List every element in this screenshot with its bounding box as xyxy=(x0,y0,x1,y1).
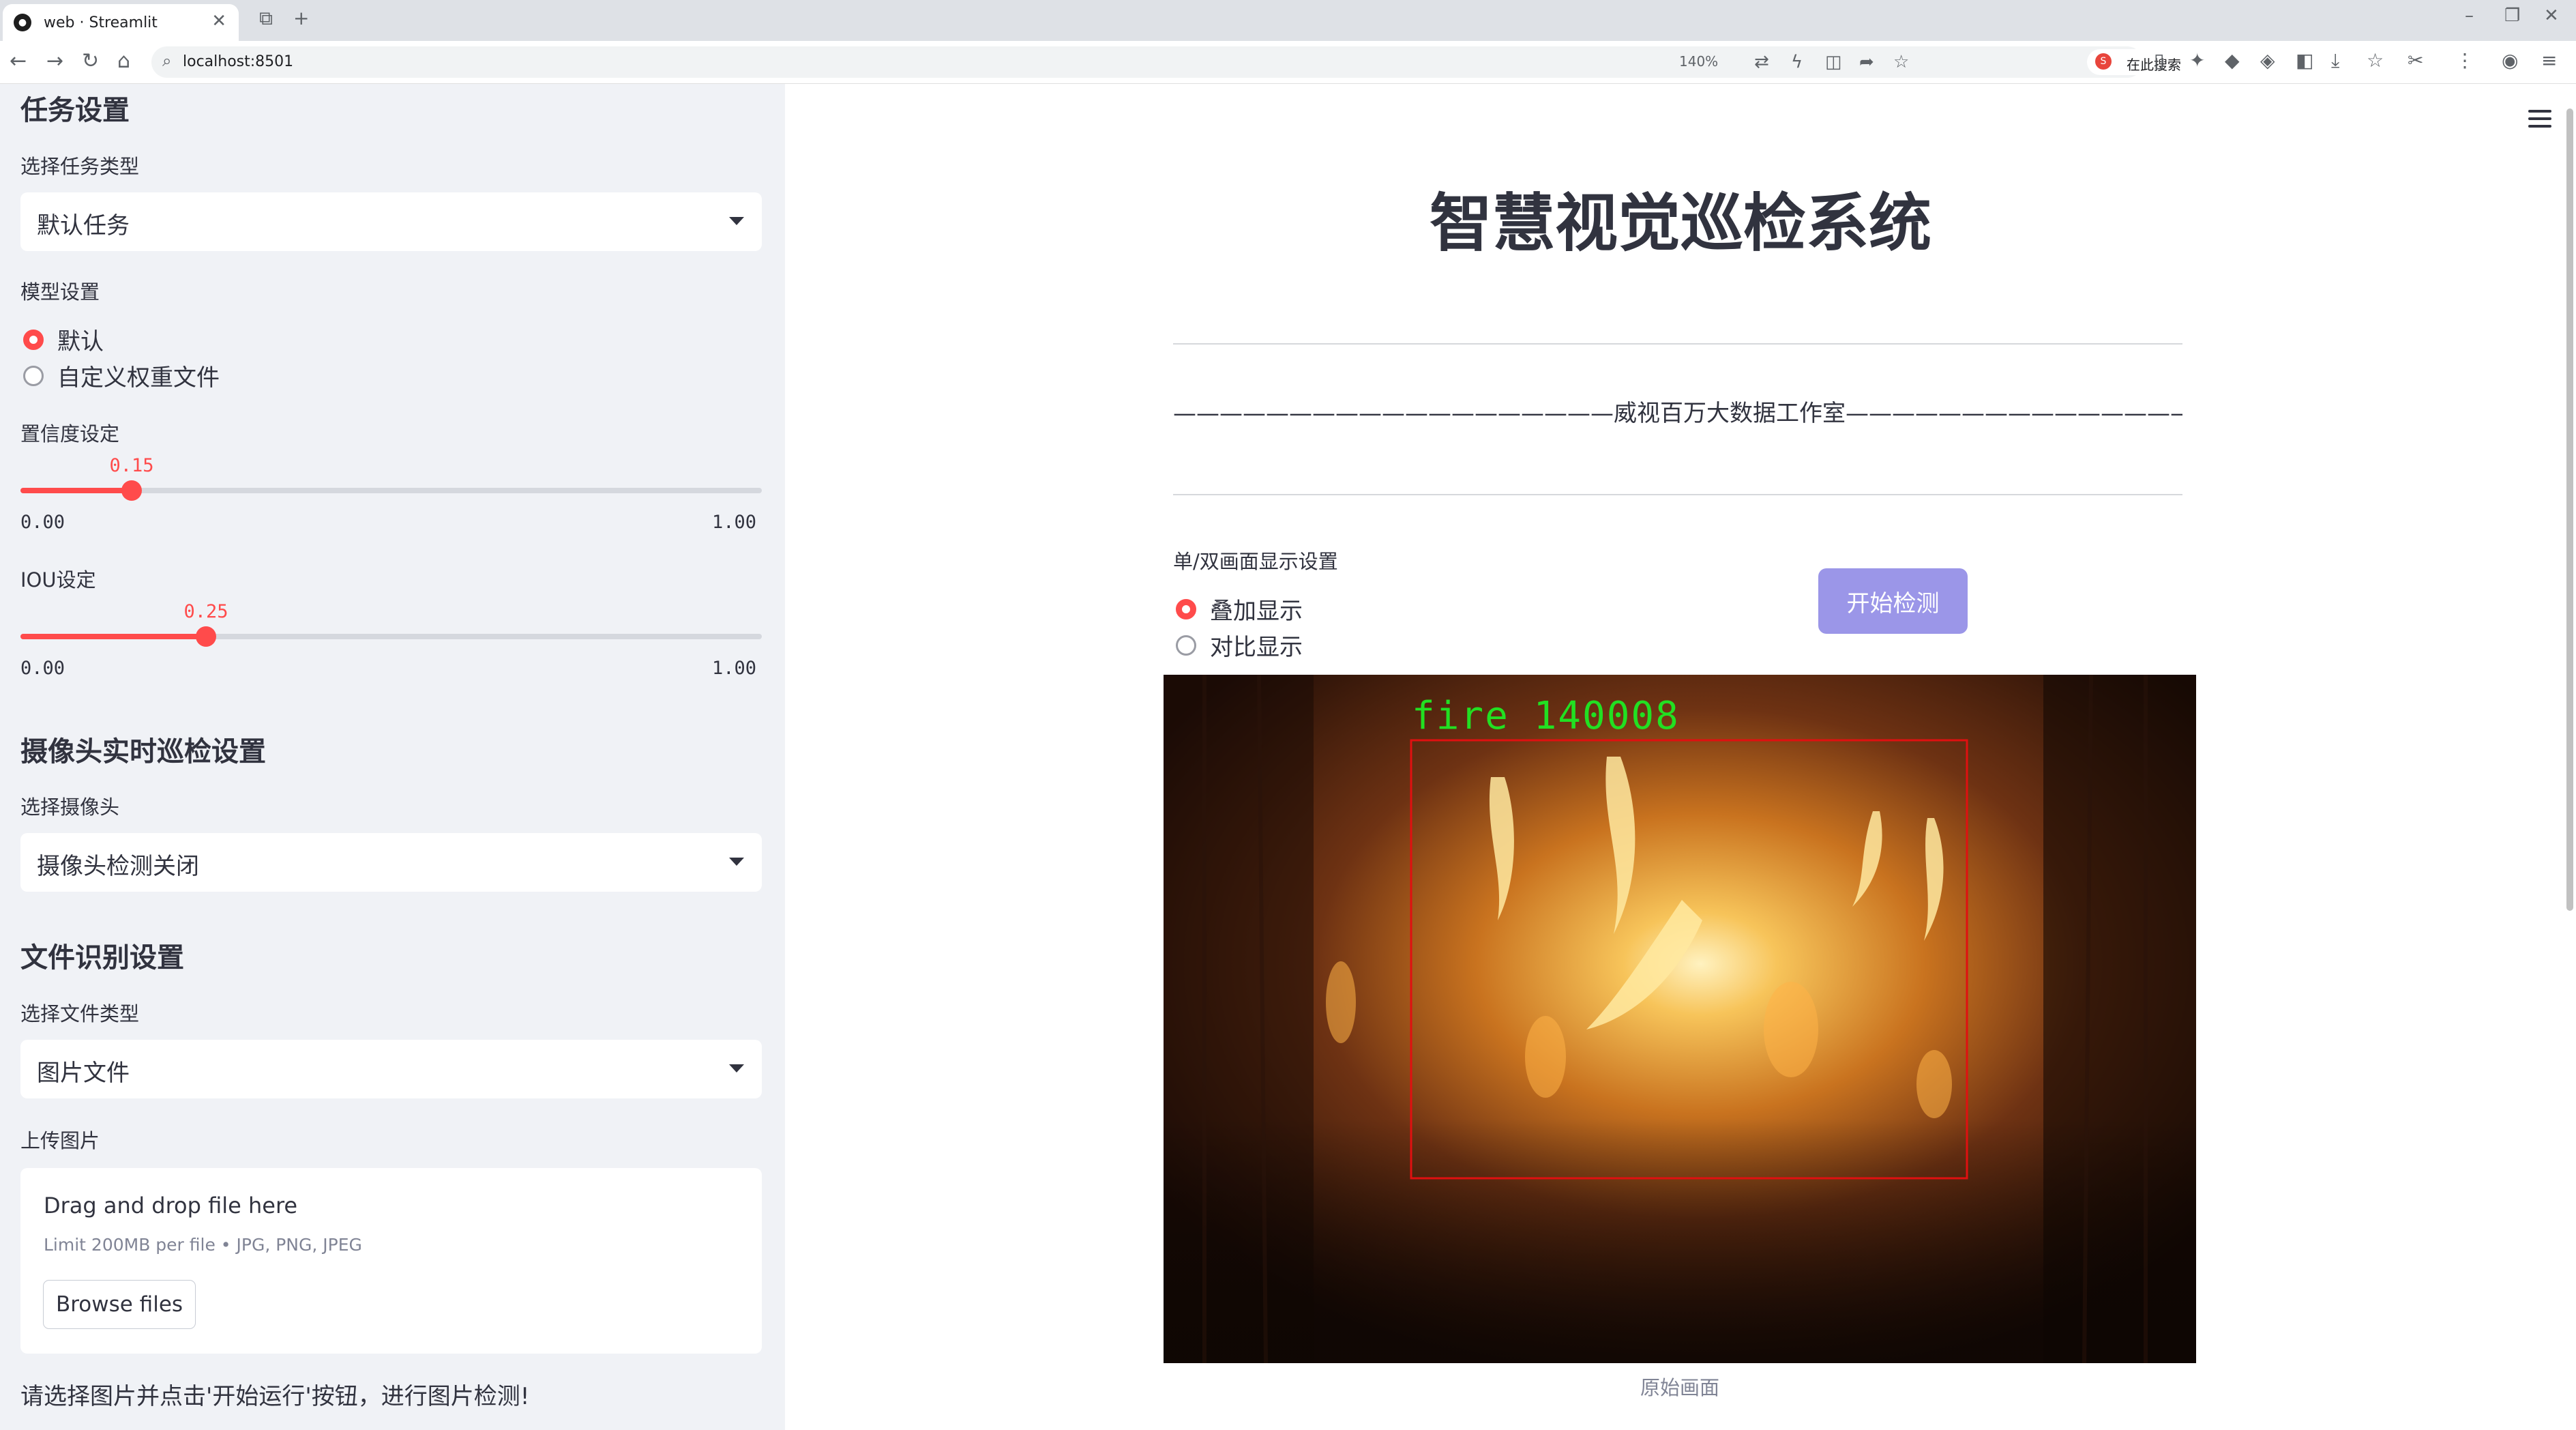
minimize-icon[interactable]: – xyxy=(2465,5,2474,26)
display-mode-label: 单/双画面显示设置 xyxy=(1173,550,1338,573)
fire-scene-image xyxy=(1164,675,2196,1363)
tab-title: web · Streamlit xyxy=(44,14,158,31)
extension-icon[interactable]: ✦ xyxy=(2189,49,2205,72)
url-text: localhost:8501 xyxy=(183,53,294,70)
iou-value: 0.25 xyxy=(183,601,228,622)
camera-label: 选择摄像头 xyxy=(20,796,120,819)
streamlit-favicon-icon: ● xyxy=(14,14,31,31)
extension-icon[interactable]: ◧ xyxy=(2296,49,2313,72)
zoom-level[interactable]: 140% xyxy=(1679,53,1718,70)
detection-label: fire 140008 xyxy=(1412,694,1680,738)
forward-icon[interactable]: → xyxy=(46,49,63,73)
chevron-down-icon xyxy=(729,858,744,866)
address-bar[interactable]: ⌕ localhost:8501 140% ⇄ ϟ ◫ ➦ ☆ S 在此搜索 xyxy=(151,46,2292,78)
download-icon[interactable]: ⤓ xyxy=(2331,49,2339,72)
file-type-label: 选择文件类型 xyxy=(20,1002,140,1025)
slider-fill xyxy=(20,634,206,639)
confidence-label: 置信度设定 xyxy=(20,422,120,446)
browse-files-button[interactable]: Browse files xyxy=(43,1280,196,1329)
sidebar-note: 请选择图片并点击'开始运行'按钮，进行图片检测! xyxy=(20,1383,530,1410)
avatar[interactable]: ◉ xyxy=(2502,49,2518,72)
extension-icon[interactable]: ◆ xyxy=(2225,49,2240,72)
radio-label: 对比显示 xyxy=(1210,634,1303,661)
camera-value: 摄像头检测关闭 xyxy=(37,853,199,880)
file-type-value: 图片文件 xyxy=(37,1060,130,1087)
browser-toolbar: ← → ↻ ⌂ ⌕ localhost:8501 140% ⇄ ϟ ◫ ➦ ☆ … xyxy=(0,41,2576,84)
sidebar: 任务设置 选择任务类型 默认任务 模型设置 默认 自定义权重文件 置信度设定 0… xyxy=(0,84,785,1430)
radio-label: 默认 xyxy=(57,328,104,355)
task-type-label: 选择任务类型 xyxy=(20,155,140,178)
chevron-down-icon xyxy=(729,1064,744,1072)
chevron-down-icon xyxy=(729,217,744,225)
menu-icon[interactable]: ≡ xyxy=(2541,49,2557,72)
divider xyxy=(1173,494,2182,495)
back-icon[interactable]: ← xyxy=(10,49,27,73)
file-type-select[interactable]: 图片文件 xyxy=(20,1040,762,1098)
confidence-max: 1.00 xyxy=(712,512,757,533)
dropzone-title: Drag and drop file here xyxy=(44,1193,298,1219)
radio-unchecked-icon[interactable] xyxy=(23,365,44,386)
radio-label: 叠加显示 xyxy=(1210,598,1303,625)
home-icon[interactable]: ⌂ xyxy=(117,49,130,73)
task-section-title: 任务设置 xyxy=(20,95,130,126)
iou-min: 0.00 xyxy=(20,658,65,679)
hamburger-menu-icon[interactable] xyxy=(2528,110,2551,132)
display-option-overlay[interactable]: 叠加显示 xyxy=(1176,592,1303,626)
restore-icon[interactable]: ❐ xyxy=(2504,5,2520,26)
camera-select[interactable]: 摄像头检测关闭 xyxy=(20,833,762,892)
slider-thumb[interactable] xyxy=(121,480,142,501)
new-tab-icon[interactable]: + xyxy=(293,7,309,29)
confidence-min: 0.00 xyxy=(20,512,65,533)
translate-icon[interactable]: ⇄ xyxy=(1754,52,1769,72)
file-section-title: 文件识别设置 xyxy=(20,942,184,974)
radio-checked-icon[interactable] xyxy=(1176,598,1196,619)
upload-label: 上传图片 xyxy=(20,1129,100,1152)
detection-image: fire 140008 xyxy=(1164,675,2196,1363)
model-label: 模型设置 xyxy=(20,280,100,304)
task-type-value: 默认任务 xyxy=(37,212,130,239)
slider-fill xyxy=(20,488,132,493)
image-caption: 原始画面 xyxy=(1640,1376,1719,1399)
slider-thumb[interactable] xyxy=(196,626,216,647)
radio-checked-icon[interactable] xyxy=(23,329,44,350)
reload-icon[interactable]: ↻ xyxy=(82,49,99,73)
more-icon[interactable]: ⋮ xyxy=(2455,49,2474,72)
lightning-icon[interactable]: ϟ xyxy=(1791,52,1803,72)
start-detection-button[interactable]: 开始检测 xyxy=(1818,568,1968,634)
display-option-compare[interactable]: 对比显示 xyxy=(1176,628,1303,662)
radio-unchecked-icon[interactable] xyxy=(1176,634,1196,656)
reader-icon[interactable]: ▯ xyxy=(2154,49,2164,72)
extension-icon[interactable]: ◈ xyxy=(2260,49,2275,72)
dropzone-limit: Limit 200MB per file • JPG, PNG, JPEG xyxy=(44,1235,362,1255)
window-close-icon[interactable]: ✕ xyxy=(2544,5,2559,26)
cut-icon[interactable]: ✂ xyxy=(2408,49,2423,72)
confidence-slider[interactable] xyxy=(20,480,762,501)
bookmark-star-icon[interactable]: ☆ xyxy=(1893,52,1909,72)
confidence-value: 0.15 xyxy=(109,455,154,476)
share-icon[interactable]: ➦ xyxy=(1859,52,1874,72)
main-content: 智慧视觉巡检系统 ———————————————————威视百万大数据工作室——… xyxy=(785,84,2576,1430)
radio-label: 自定义权重文件 xyxy=(57,364,220,392)
iou-slider[interactable] xyxy=(20,626,762,647)
camera-section-title: 摄像头实时巡检设置 xyxy=(20,736,266,768)
model-option-default[interactable]: 默认 xyxy=(23,323,104,356)
tab-bar: ● web · Streamlit ✕ ⧉ + – ❐ ✕ xyxy=(0,0,2576,41)
browser-tab[interactable]: ● web · Streamlit ✕ xyxy=(3,4,239,41)
tab-groups-icon[interactable]: ⧉ xyxy=(259,7,273,30)
file-dropzone[interactable]: Drag and drop file here Limit 200MB per … xyxy=(20,1168,762,1354)
divider xyxy=(1173,343,2182,345)
screenshot-icon[interactable]: ◫ xyxy=(1825,52,1842,72)
iou-label: IOU设定 xyxy=(20,568,96,592)
favorites-icon[interactable]: ☆ xyxy=(2367,49,2384,72)
task-type-select[interactable]: 默认任务 xyxy=(20,192,762,251)
search-icon: ⌕ xyxy=(162,51,172,70)
subtitle: ———————————————————威视百万大数据工作室———————————… xyxy=(1173,400,2182,427)
search-engine-icon: S xyxy=(2095,53,2112,70)
model-option-custom[interactable]: 自定义权重文件 xyxy=(23,359,220,392)
close-icon[interactable]: ✕ xyxy=(211,11,226,31)
iou-max: 1.00 xyxy=(712,658,757,679)
page-title: 智慧视觉巡检系统 xyxy=(1429,187,1931,260)
